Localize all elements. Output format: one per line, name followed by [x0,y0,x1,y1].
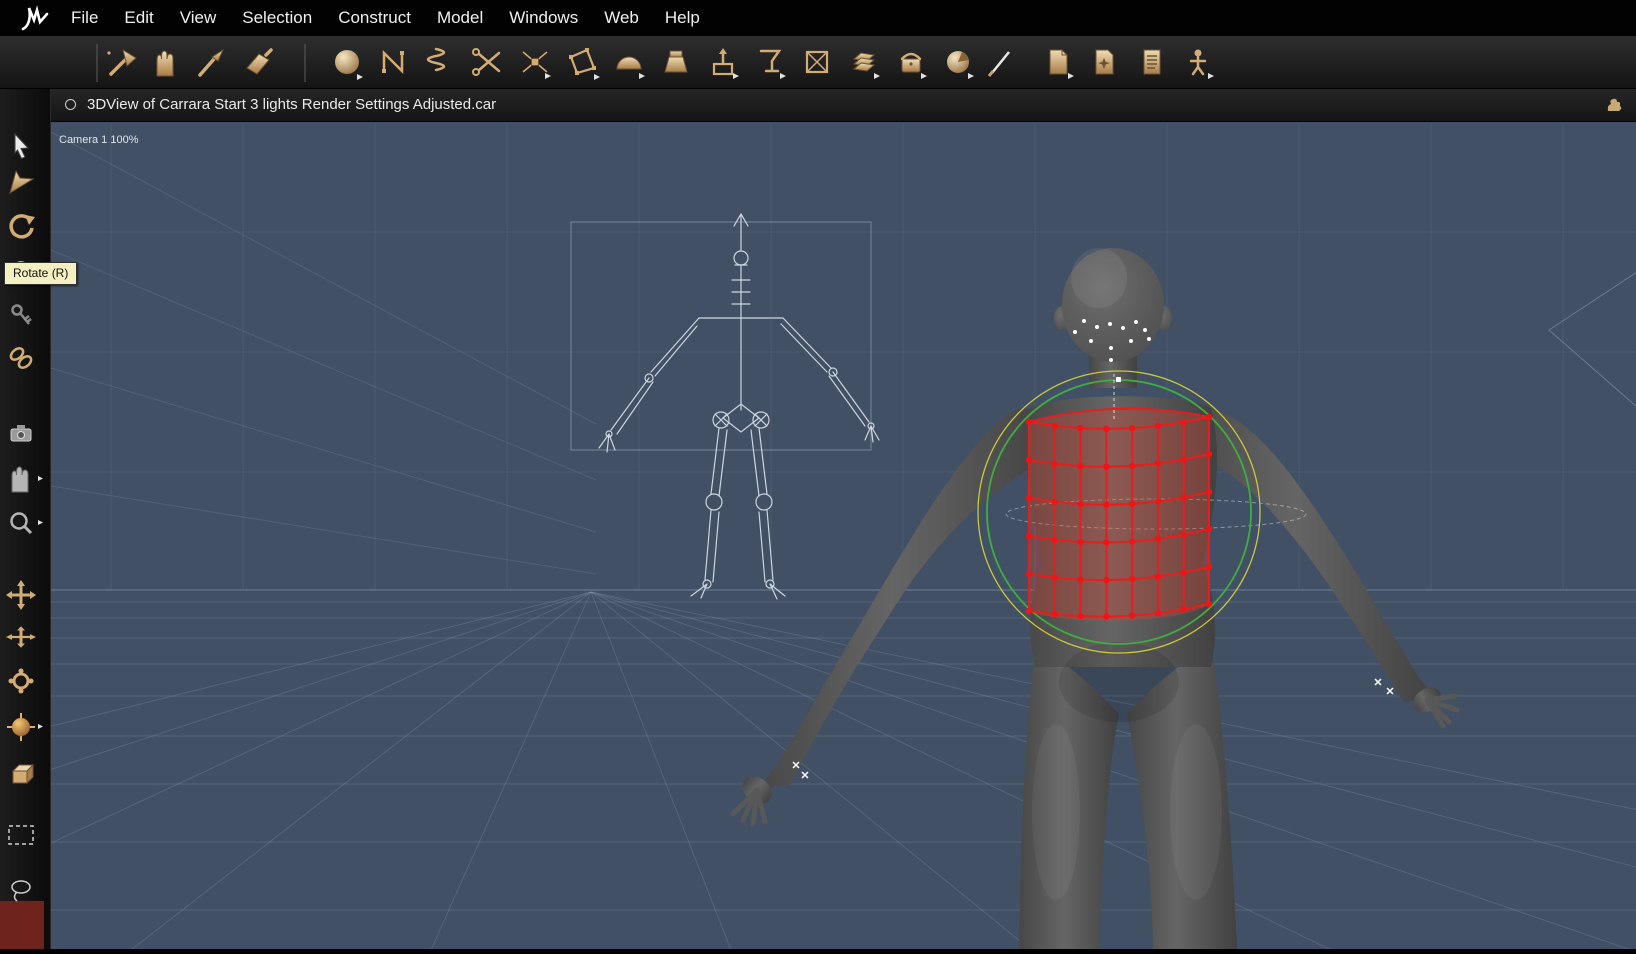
link-tool[interactable] [9,346,34,370]
trowel-tool[interactable] [246,48,273,75]
bag-tool[interactable] [900,52,927,79]
main-toolbar [0,36,1636,89]
menu-construct[interactable]: Construct [325,8,424,28]
spring-tool[interactable] [426,47,446,72]
lasso-select-tool[interactable] [11,880,31,902]
carrara-logo-icon [12,5,58,31]
page-curl-tool[interactable] [1049,49,1074,79]
viewport-collapse-icon[interactable] [65,99,76,111]
menu-web[interactable]: Web [591,8,652,28]
zoom-tool[interactable] [10,512,33,535]
stack-tool[interactable] [852,52,880,79]
viewport-title: 3DView of Carrara Start 3 lights Render … [87,96,497,114]
marquee-select-tool[interactable] [8,825,34,845]
target-sphere-tool[interactable] [7,713,35,741]
select-arrow-tool[interactable] [14,132,30,160]
viewport-corner-icon[interactable] [1605,97,1623,113]
text-lines-tool[interactable] [1143,49,1161,75]
scene-3d[interactable] [51,121,1636,949]
menu-edit[interactable]: Edit [111,8,166,28]
target-flyout-icon[interactable] [38,724,43,729]
key-tool[interactable] [11,304,32,325]
rotate-gear-tool[interactable] [8,668,34,694]
axe-tool[interactable] [107,48,137,76]
menu-bar: File Edit View Selection Construct Model… [0,0,1636,36]
menu-help[interactable]: Help [652,8,713,28]
nav-arrow-tool[interactable] [9,169,35,195]
figure-tool[interactable] [1189,49,1214,80]
dome-tool[interactable] [616,56,645,79]
page-star-tool[interactable] [1095,49,1114,75]
pencil-tool[interactable] [987,51,1010,77]
pan-flyout-icon[interactable] [38,476,43,481]
boxed-x-tool[interactable] [805,50,829,74]
viewport-background [51,121,1636,949]
manipulator-handle[interactable] [1116,376,1121,382]
menu-windows[interactable]: Windows [496,8,591,28]
move-xy-tool[interactable] [6,580,36,610]
rotate-tool[interactable] [9,214,35,239]
selection-mesh-cylinder[interactable] [1025,407,1213,621]
move-xz-tool[interactable] [6,626,36,648]
viewport-titlebar: 3DView of Carrara Start 3 lights Render … [51,89,1636,122]
extrude-tool[interactable] [712,48,739,79]
hand-tool[interactable] [156,50,174,77]
scissors-tool[interactable] [472,48,501,76]
brush-tool[interactable] [198,48,225,77]
viewport-3d[interactable]: Camera 1 100% [51,121,1636,949]
menu-view[interactable]: View [167,8,230,28]
zoom-flyout-icon[interactable] [38,520,43,525]
menu-selection[interactable]: Selection [229,8,325,28]
menu-list: File Edit View Selection Construct Model… [58,8,713,28]
bolt-tool[interactable] [664,50,688,73]
left-toolbar [0,89,51,949]
viewport-panel: 3DView of Carrara Start 3 lights Render … [51,89,1636,949]
sidebar-bottom-panel [0,901,44,949]
camera-label: Camera 1 100% [59,133,139,146]
pan-hand-tool[interactable] [11,466,29,493]
spline-tool[interactable] [382,49,404,75]
polygon-tool[interactable] [569,48,600,80]
box-tool[interactable] [11,763,35,785]
camera-tool[interactable] [10,425,32,442]
sphere-tool[interactable] [335,50,363,80]
rotate-tooltip: Rotate (R) [4,262,78,285]
pie-sphere-tool[interactable] [947,51,974,79]
vertex-tool[interactable] [522,51,551,79]
goblet-tool[interactable] [759,49,786,79]
menu-model[interactable]: Model [424,8,496,28]
menu-file[interactable]: File [58,8,111,28]
